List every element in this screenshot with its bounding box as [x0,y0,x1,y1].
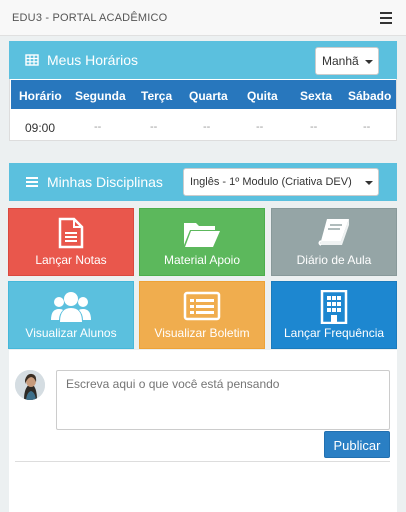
subjects-panel-header: Minhas Disciplinas Inglês - 1º Modulo (C… [9,163,397,201]
subjects-title: Minhas Disciplinas [47,174,163,190]
shift-dropdown[interactable]: Manhã [315,47,379,75]
book-icon [318,219,349,246]
col-header: Quarta [189,89,228,103]
chevron-down-icon [365,60,373,64]
list-card-icon [183,291,221,321]
document-icon [58,217,84,249]
table-cell: -- [363,121,371,133]
list-icon [26,177,38,187]
col-header: Horário [19,89,62,103]
table-cell: -- [94,121,102,133]
launch-grades-button[interactable]: Lançar Notas [8,208,134,276]
schedule-title: Meus Horários [47,52,139,68]
table-cell: -- [310,121,318,133]
tile-label: Diário de Aula [296,253,372,267]
subject-value: Inglês - 1º Modulo (Criativa DEV) [190,176,352,188]
tile-label: Lançar Frequência [283,326,385,340]
view-students-button[interactable]: Visualizar Alunos [8,281,134,349]
support-material-button[interactable]: Material Apoio [139,208,265,276]
view-report-card-button[interactable]: Visualizar Boletim [139,281,265,349]
chevron-down-icon [365,181,373,185]
avatar [15,370,45,400]
tile-label: Visualizar Alunos [25,326,117,340]
table-cell-time: 09:00 [25,121,56,135]
post-input[interactable] [56,370,390,430]
app-title: EDU3 - PORTAL ACADÊMICO [12,12,168,24]
hamburger-menu-icon[interactable] [380,12,392,24]
building-icon [320,290,348,324]
shift-value: Manhã [322,54,359,68]
launch-attendance-button[interactable]: Lançar Frequência [271,281,397,349]
col-header: Segunda [75,89,126,103]
table-cell: -- [203,121,211,133]
schedule-table: Horário Segunda Terça Quarta Quita Sexta… [9,79,397,141]
top-navbar: EDU3 - PORTAL ACADÊMICO [0,0,406,36]
col-header: Terça [141,89,173,103]
folder-open-icon [184,223,220,247]
tile-label: Material Apoio [163,253,241,267]
schedule-panel-header: Meus Horários Manhã [9,41,397,79]
schedule-table-header: Horário Segunda Terça Quarta Quita Sexta… [11,80,396,109]
col-header: Quita [247,89,278,103]
col-header: Sexta [300,89,333,103]
tile-label: Visualizar Boletim [154,326,250,340]
class-diary-button[interactable]: Diário de Aula [271,208,397,276]
users-icon [51,292,91,322]
divider [15,461,390,462]
subject-dropdown[interactable]: Inglês - 1º Modulo (Criativa DEV) [183,168,379,196]
publish-button[interactable]: Publicar [324,431,390,458]
table-cell: -- [150,121,158,133]
tile-label: Lançar Notas [35,253,107,267]
table-cell: -- [256,121,264,133]
col-header: Sábado [348,89,392,103]
post-composer: Publicar [9,350,397,512]
table-icon [25,54,39,66]
